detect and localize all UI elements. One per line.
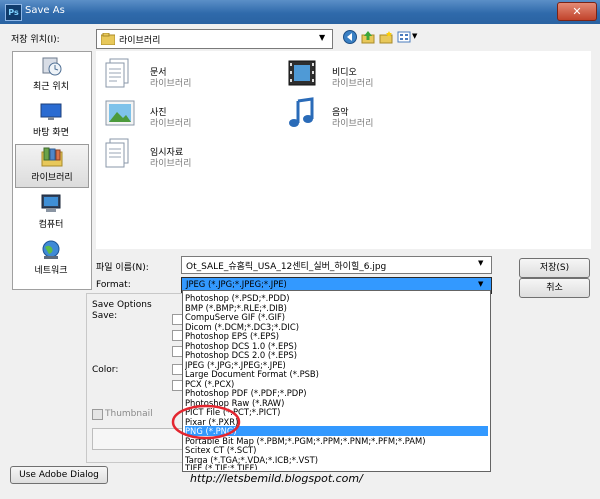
thumbnail-checkbox[interactable]: [92, 409, 103, 420]
place-label: 바탕 화면: [33, 128, 69, 138]
watermark-text: http://letsbemild.blogspot.com/: [190, 472, 363, 485]
desktop-icon: [40, 103, 62, 120]
temp-library-icon: [105, 138, 129, 168]
list-item[interactable]: Pixar (*.PXR): [185, 417, 488, 427]
color-label: Color:: [92, 365, 119, 375]
list-item[interactable]: BMP (*.BMP;*.RLE;*.DIB): [185, 303, 488, 313]
list-item[interactable]: Scitex CT (*.SCT): [185, 445, 488, 455]
list-item[interactable]: 비디오 라이브러리: [286, 57, 466, 97]
place-label: 컴퓨터: [38, 220, 64, 230]
back-icon[interactable]: [343, 30, 357, 44]
list-item[interactable]: Photoshop DCS 1.0 (*.EPS): [185, 341, 488, 351]
chevron-down-icon: ▼: [478, 259, 484, 267]
place-network[interactable]: 네트워크: [15, 238, 87, 280]
save-as-dialog: Ps Save As ✕ 저장 위치(I): 라이브러리 ▼ ▼ 최근 위치 바…: [0, 0, 600, 499]
list-item[interactable]: Photoshop (*.PSD;*.PDD): [185, 293, 488, 303]
list-item[interactable]: TIFF (*.TIF;*.TIFF): [185, 463, 488, 470]
place-libraries[interactable]: 라이브러리: [15, 144, 89, 188]
new-folder-icon[interactable]: [379, 30, 393, 44]
format-dropdown-list: Photoshop (*.PSD;*.PDD) BMP (*.BMP;*.RLE…: [182, 290, 491, 472]
list-item[interactable]: 문서 라이브러리: [104, 57, 284, 97]
use-adobe-dialog-button[interactable]: Use Adobe Dialog: [10, 466, 108, 484]
network-icon: [42, 240, 60, 259]
library-icon: [101, 33, 115, 45]
place-computer[interactable]: 컴퓨터: [15, 192, 87, 234]
list-item[interactable]: PICT File (*.PCT;*.PICT): [185, 407, 488, 417]
list-item[interactable]: 음악 라이브러리: [286, 97, 466, 137]
item-type: 라이브러리: [150, 79, 192, 89]
documents-library-icon: [105, 58, 129, 88]
libraries-icon: [41, 147, 63, 167]
view-menu-icon[interactable]: [397, 30, 411, 44]
videos-library-icon: [288, 60, 316, 86]
filename-field[interactable]: Ot_SALE_슈홈릭_USA_12센티_실버_하이힐_6.jpg ▼: [181, 256, 492, 274]
chevron-down-icon: ▼: [478, 280, 484, 288]
file-list: 문서 라이브러리 비디오 라이브러리 사진 라이브러리 음악 라이브러리 임시자…: [96, 51, 591, 249]
list-item[interactable]: Photoshop EPS (*.EPS): [185, 331, 488, 341]
list-item[interactable]: CompuServe GIF (*.GIF): [185, 312, 488, 322]
filename-label: 파일 이름(N):: [96, 263, 149, 273]
place-desktop[interactable]: 바탕 화면: [15, 100, 87, 142]
extension-box: [92, 428, 184, 450]
save-in-label: 저장 위치(I):: [11, 35, 60, 45]
save-options-heading: Save Options: [92, 300, 152, 310]
view-dropdown-arrow-icon[interactable]: ▼: [412, 32, 417, 40]
thumbnail-label: Thumbnail: [105, 409, 153, 419]
list-item[interactable]: Photoshop Raw (*.RAW): [185, 398, 488, 408]
save-in-combo[interactable]: 라이브러리 ▼: [96, 29, 333, 49]
place-label: 최근 위치: [33, 82, 69, 92]
title-bar[interactable]: Ps Save As ✕: [0, 0, 600, 24]
recent-places-icon: [42, 57, 62, 76]
list-item[interactable]: 임시자료 라이브러리: [104, 137, 284, 177]
list-item-selected[interactable]: PNG (*.PNG): [185, 426, 488, 436]
format-label: Format:: [96, 280, 131, 290]
close-button[interactable]: ✕: [557, 2, 597, 21]
place-label: 라이브러리: [31, 173, 73, 183]
places-bar: 최근 위치 바탕 화면 라이브러리 컴퓨터 네트워크: [12, 51, 92, 290]
save-button[interactable]: 저장(S): [519, 258, 590, 278]
place-label: 네트워크: [34, 266, 68, 276]
list-item[interactable]: Photoshop DCS 2.0 (*.EPS): [185, 350, 488, 360]
list-item[interactable]: PCX (*.PCX): [185, 379, 488, 389]
pictures-library-icon: [105, 100, 135, 126]
cancel-button[interactable]: 취소: [519, 278, 590, 298]
list-item[interactable]: Portable Bit Map (*.PBM;*.PGM;*.PPM;*.PN…: [185, 436, 488, 446]
item-type: 라이브러리: [150, 159, 192, 169]
chevron-down-icon: ▼: [319, 33, 326, 42]
list-item[interactable]: Dicom (*.DCM;*.DC3;*.DIC): [185, 322, 488, 332]
dialog-title: Save As: [25, 5, 65, 16]
list-item[interactable]: 사진 라이브러리: [104, 97, 284, 137]
photoshop-icon: Ps: [5, 4, 22, 21]
item-type: 라이브러리: [332, 79, 374, 89]
list-item[interactable]: Large Document Format (*.PSB): [185, 369, 488, 379]
save-in-value: 라이브러리: [119, 36, 161, 46]
item-type: 라이브러리: [332, 119, 374, 129]
computer-icon: [41, 194, 61, 212]
list-item[interactable]: Photoshop PDF (*.PDF;*.PDP): [185, 388, 488, 398]
filename-value: Ot_SALE_슈홈릭_USA_12센티_실버_하이힐_6.jpg: [186, 262, 387, 272]
place-recent[interactable]: 최근 위치: [15, 54, 87, 96]
save-label: Save:: [92, 311, 118, 321]
up-folder-icon[interactable]: [361, 30, 375, 44]
music-library-icon: [289, 97, 314, 127]
list-item[interactable]: JPEG (*.JPG;*.JPEG;*.JPE): [185, 360, 488, 370]
item-type: 라이브러리: [150, 119, 192, 129]
format-value: JPEG (*.JPG;*.JPEG;*.JPE): [186, 279, 287, 289]
